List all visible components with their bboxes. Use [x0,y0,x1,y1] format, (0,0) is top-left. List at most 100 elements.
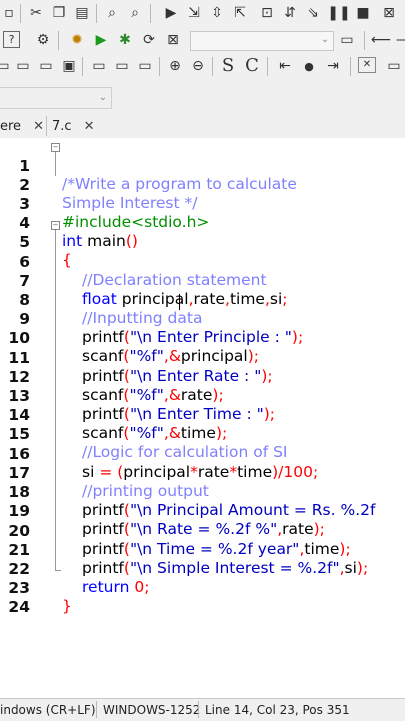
code-line: 12 scanf("%f",&rate); [0,350,405,404]
code-line: 15 //Logic for calculation of SI [0,407,405,461]
breakpoint-icon[interactable]: ⊡ [258,4,276,22]
code-line: 8 //Inputting data [0,273,405,327]
status-separator [198,701,199,718]
run-to-cursor-icon[interactable]: ⇵ [281,4,299,22]
code-line: 17 //printing output [0,446,405,500]
replace-icon[interactable]: ⌕ [126,4,144,22]
cut-icon[interactable]: ✂ [27,4,45,22]
toolbar-separator [267,57,268,76]
select-all-icon[interactable]: ▭ [136,57,154,75]
code-editor[interactable]: − − 1 /*Write a program to calculate 2 S… [0,138,405,698]
code-line: 9 printf("\n Enter Principle : "); [0,292,405,346]
select-block-icon[interactable]: ▭ [90,57,108,75]
rebuild-icon[interactable]: ⟳ [140,31,158,49]
code-line: 10 scanf("%f",&principal); [0,311,405,365]
code-line: 13 printf("\n Enter Time : "); [0,369,405,423]
status-position: Line 14, Col 23, Pos 351 [205,703,350,717]
toolbar-separator [96,4,97,23]
toolbar-separator [150,4,151,23]
pause-icon[interactable]: ❚❚ [327,4,350,22]
target-options-icon[interactable]: ▭ [338,31,356,49]
code-line: 5 { [0,215,405,269]
toolbar-main: ▫ ✂ ❐ ▤ ⌕ ⌕ ▶ ⇲ ⇳ ⇱ ⊡ ⇵ ⇘ ❚❚ ■ ⊠ [0,0,405,28]
line-number: 24 [8,598,30,616]
editor-tabs: ere ✕ 7.c ✕ [0,113,405,139]
step-over-icon[interactable]: ⇳ [208,4,226,22]
paste-icon[interactable]: ▫ [0,4,18,22]
toolbar-editor: ▭ ▭ ▭ ▣ ▭ ▭ ▭ ⊕ ⊖ S C ⇤ ● ⇥ ✕ ▭ [0,53,405,80]
select-line-icon[interactable]: ▭ [113,57,131,75]
code-line: 23 } [0,561,405,615]
match-case-icon[interactable]: S [219,57,237,75]
tab-label: 7.c [52,118,72,134]
clipboard-icon[interactable]: ▤ [73,4,91,22]
code-line: 6 //Declaration statement [0,235,405,289]
unindent-icon[interactable]: ▣ [60,57,78,75]
status-bar: indows (CR+LF) WINDOWS-1252 Line 14, Col… [0,698,405,721]
next-bookmark-icon[interactable]: ⇥ [324,57,342,75]
code-line: 18 printf("\n Principal Amount = Rs. %.2… [0,465,405,519]
options-icon[interactable]: ⚙ [34,31,52,49]
chevron-down-icon[interactable]: ⌄ [94,89,112,107]
copy-icon[interactable]: ❐ [50,4,68,22]
status-separator [96,701,97,718]
abort-icon[interactable]: ⊠ [380,4,398,22]
text-cursor [179,294,180,310]
step-into-icon[interactable]: ⇲ [185,4,203,22]
status-encoding: WINDOWS-1252 [103,703,201,717]
code-line: 4 int main() [0,196,405,250]
tab-7c[interactable]: 7.c ✕ [52,115,94,137]
tab-divider [46,116,47,136]
toolbar-separator [20,4,21,23]
more-icon[interactable]: ▭ [385,57,403,75]
cancel-build-icon[interactable]: ⊠ [164,31,182,49]
help-icon[interactable]: ? [3,31,20,48]
build-target-select[interactable] [190,31,334,51]
toolbar-build: ? ⚙ ✹ ▶ ✱ ⟳ ⊠ ⌄ ▭ ⟵ — [0,27,405,54]
toolbar-separator [364,31,365,50]
comment-icon[interactable]: ▭ [0,57,12,75]
code-line: 14 scanf("%f",&time); [0,388,405,442]
bookmark-icon[interactable]: ● [300,57,318,75]
zoom-out-icon[interactable]: ⊖ [189,57,207,75]
step-out-icon[interactable]: ⇱ [231,4,249,22]
code-line: 24 [0,580,405,616]
code-line: 2 Simple Interest */ [0,158,405,212]
close-icon[interactable]: ✕ [84,119,95,134]
code-line: 20 printf("\n Time = %.2f year",time); [0,504,405,558]
code-line: 1 /*Write a program to calculate [0,139,405,193]
toolbar-separator [350,57,351,76]
code-line: 11 printf("\n Enter Rate : "); [0,331,405,385]
tab-label: ere [0,118,22,134]
tab-ere[interactable]: ere ✕ [0,115,44,137]
close-icon[interactable]: ✕ [33,119,44,134]
chevron-down-icon[interactable]: ⌄ [316,31,334,49]
code-line: 21 printf("\n Simple Interest = %.2f",si… [0,523,405,577]
toolbar-separator [159,57,160,76]
code-line: 3 #include<stdio.h> [0,177,405,231]
play-icon[interactable]: ▶ [92,31,110,49]
clear-icon[interactable]: ✕ [358,57,376,73]
toolbar-scope: ⌄ [0,83,405,113]
prev-bookmark-icon[interactable]: ⇤ [276,57,294,75]
zoom-in-icon[interactable]: ⊕ [166,57,184,75]
uncomment-icon[interactable]: ▭ [14,57,32,75]
code-line: 19 printf("\n Rate = %.2f %",rate); [0,484,405,538]
indent-icon[interactable]: ▭ [37,57,55,75]
whole-word-icon[interactable]: C [243,57,261,75]
code-brace: } [62,597,72,615]
forward-icon[interactable]: — [394,31,405,49]
go-icon[interactable]: ▶ [162,4,180,22]
find-icon[interactable]: ⌕ [103,4,121,22]
stop-icon[interactable]: ■ [354,4,372,22]
debug-icon[interactable]: ⇘ [304,4,322,22]
back-icon[interactable]: ⟵ [371,31,391,49]
code-line: 16 si = (principal*rate*time)/100; [0,427,405,481]
settings-icon[interactable]: ✹ [68,31,86,49]
toolbar-separator [82,57,83,76]
toolbar-separator [58,31,59,50]
code-line: 7 float principal,rate,time,si; [0,254,405,308]
status-eol: indows (CR+LF) [0,703,96,717]
compile-icon[interactable]: ✱ [116,31,134,49]
toolbar-separator [212,57,213,76]
